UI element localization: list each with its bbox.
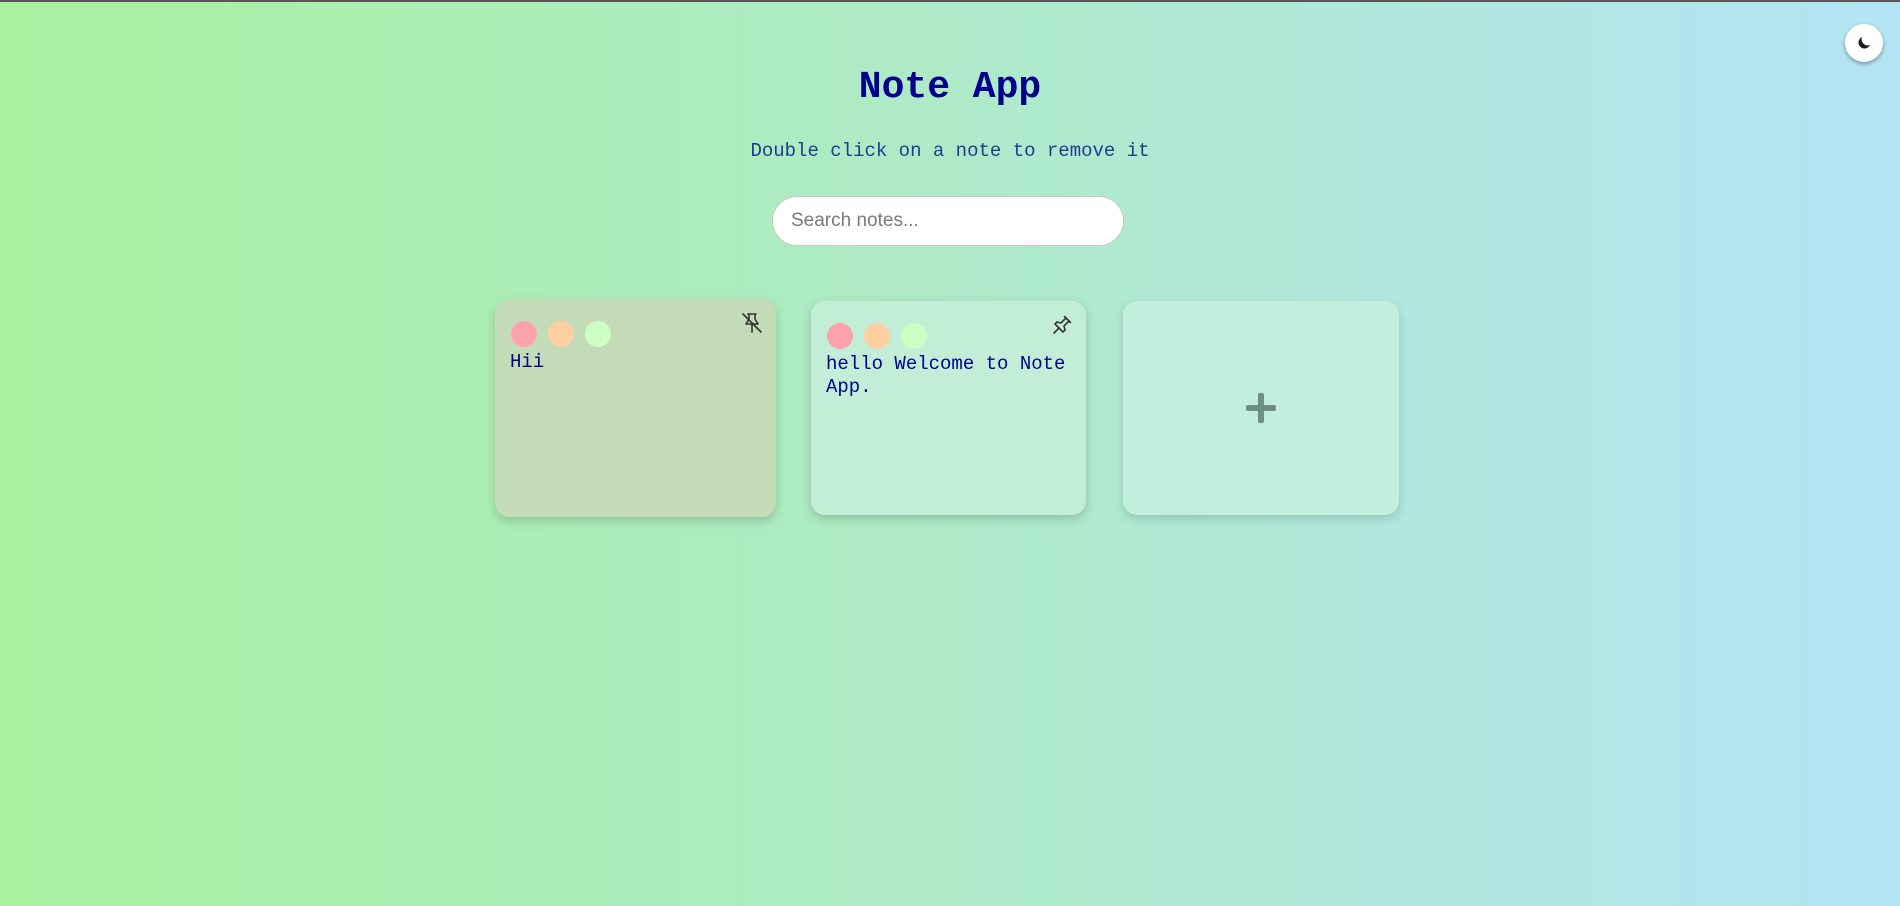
note-text: hello Welcome to Note App. bbox=[826, 353, 1077, 398]
color-picker bbox=[511, 321, 611, 347]
pin-icon[interactable] bbox=[1050, 313, 1074, 337]
color-option-orange[interactable] bbox=[864, 323, 890, 349]
plus-icon bbox=[1246, 393, 1276, 423]
color-picker bbox=[827, 323, 927, 349]
moon-icon bbox=[1858, 37, 1870, 49]
search-input[interactable] bbox=[772, 196, 1124, 246]
color-option-green[interactable] bbox=[585, 321, 611, 347]
unpin-icon[interactable] bbox=[740, 311, 764, 335]
color-option-green[interactable] bbox=[901, 323, 927, 349]
color-option-red[interactable] bbox=[827, 323, 853, 349]
note-text: Hii bbox=[510, 351, 545, 373]
add-note-button[interactable] bbox=[1123, 301, 1399, 515]
page-title: Note App bbox=[858, 66, 1042, 109]
search-bar bbox=[772, 196, 1124, 246]
color-option-red[interactable] bbox=[511, 321, 537, 347]
note-card[interactable]: Hii bbox=[495, 299, 776, 517]
note-card[interactable]: hello Welcome to Note App. bbox=[811, 301, 1086, 515]
page-subtitle: Double click on a note to remove it bbox=[750, 140, 1150, 162]
theme-toggle-button[interactable] bbox=[1845, 24, 1883, 62]
color-option-orange[interactable] bbox=[548, 321, 574, 347]
